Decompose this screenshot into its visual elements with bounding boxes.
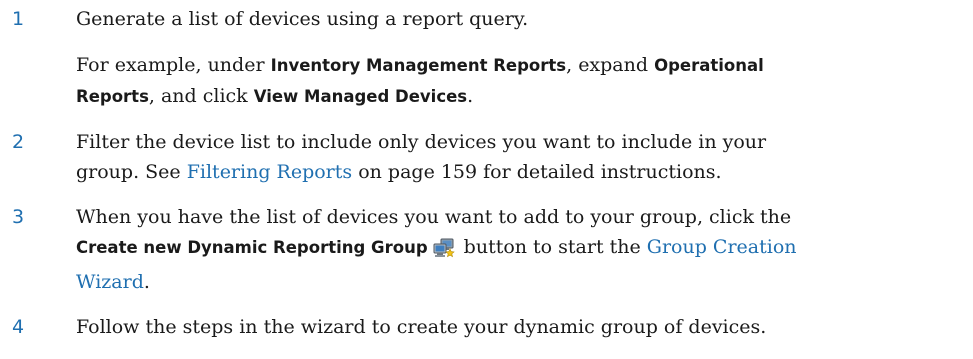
dynamic-group-computers-icon [433,237,455,267]
step-3: 3 When you have the list of devices you … [0,202,973,297]
step-number: 3 [12,206,25,228]
step-1: 1 Generate a list of devices using a rep… [0,4,973,112]
step-2-line-1: Filter the device list to include only d… [76,131,767,153]
step-2-text: on page 159 for detailed instructions. [352,161,722,183]
group-creation-link[interactable]: Group Creation [647,236,797,258]
step-number: 2 [12,131,25,153]
instruction-list: 1 Generate a list of devices using a rep… [0,0,973,342]
step-4: 4 Follow the steps in the wizard to crea… [0,312,973,342]
step-3-text: button to start the [457,236,647,258]
view-managed-devices-label: View Managed Devices [253,87,468,106]
note-text: . [467,85,474,107]
step-2: 2 Filter the device list to include only… [0,127,973,187]
step-text: Generate a list of devices using a repor… [76,4,949,34]
inventory-management-reports-label: Inventory Management Reports [270,56,567,75]
step-3-text: . [143,271,150,293]
reports-label: Reports [76,87,149,106]
step-2-text: group. See [76,161,187,183]
step-number: 1 [12,8,25,30]
note-text: , expand [566,54,655,76]
operational-label: Operational [654,56,764,75]
step-number: 4 [12,316,25,338]
step-text: Follow the steps in the wizard to create… [76,312,949,342]
step-text: When you have the list of devices you wa… [76,202,949,297]
step-3-line-1: When you have the list of devices you wa… [76,206,792,228]
step-1-note: For example, under Inventory Management … [76,50,949,112]
note-text: For example, under [76,54,271,76]
wizard-link[interactable]: Wizard [76,271,144,293]
create-new-dynamic-reporting-group-label: Create new Dynamic Reporting Group [76,238,428,257]
step-text: Filter the device list to include only d… [76,127,949,187]
note-text: , and click [148,85,254,107]
step-1-text: Generate a list of devices using a repor… [76,8,529,30]
filtering-reports-link[interactable]: Filtering Reports [187,161,352,183]
step-4-text: Follow the steps in the wizard to create… [76,316,767,338]
